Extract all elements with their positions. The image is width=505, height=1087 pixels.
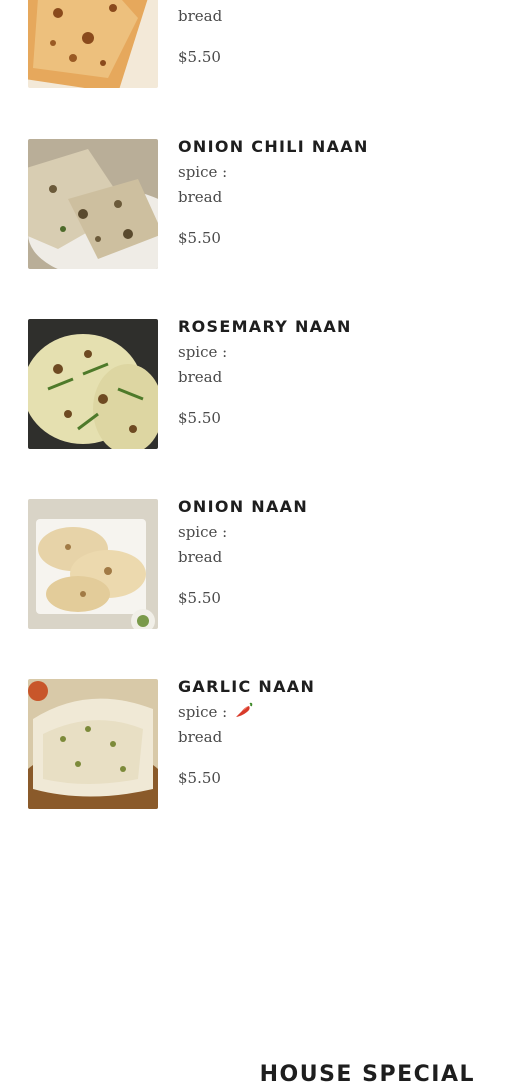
item-name[interactable]: ONION CHILI NAAN bbox=[178, 137, 369, 156]
menu-item[interactable]: GARLIC NAAN spice : bread $5.50 bbox=[28, 677, 478, 809]
item-price: $5.50 bbox=[178, 229, 221, 247]
item-category: bread bbox=[178, 7, 223, 25]
item-category: bread bbox=[178, 368, 223, 386]
item-spice: spice : bbox=[178, 343, 227, 361]
item-spice: spice : bbox=[178, 523, 227, 541]
onion-chili-naan-photo-icon[interactable] bbox=[28, 139, 158, 269]
menu-item[interactable]: ONION NAAN spice : bread $5.50 bbox=[28, 497, 478, 629]
rosemary-naan-photo-icon[interactable] bbox=[28, 319, 158, 449]
menu-item[interactable]: ROSEMARY NAAN spice : bread $5.50 bbox=[28, 317, 478, 449]
item-price: $5.50 bbox=[178, 409, 221, 427]
menu-item[interactable]: ONION CHILI NAAN spice : bread $5.50 bbox=[28, 137, 478, 269]
item-price: $5.50 bbox=[178, 48, 221, 66]
item-price: $5.50 bbox=[178, 769, 221, 787]
spice-label: spice : bbox=[178, 163, 228, 181]
menu-item[interactable]: spice : bread $5.50 bbox=[28, 0, 478, 88]
item-price: $5.50 bbox=[178, 589, 221, 607]
item-spice: spice : bbox=[178, 163, 227, 181]
item-name[interactable]: ONION NAAN bbox=[178, 497, 308, 516]
menu-list: spice : bread $5.50 ONION CHILI NAAN spi… bbox=[0, 0, 505, 1085]
item-category: bread bbox=[178, 728, 223, 746]
item-name[interactable]: GARLIC NAAN bbox=[178, 677, 315, 696]
naan-photo-icon[interactable] bbox=[28, 0, 158, 88]
item-name[interactable]: ROSEMARY NAAN bbox=[178, 317, 352, 336]
spice-label: spice : bbox=[178, 343, 228, 361]
spice-label: spice : bbox=[178, 523, 228, 541]
garlic-naan-photo-icon[interactable] bbox=[28, 679, 158, 809]
chili-pepper-icon bbox=[235, 702, 253, 722]
item-category: bread bbox=[178, 188, 223, 206]
section-title: HOUSE SPECIAL bbox=[259, 1062, 475, 1087]
onion-naan-photo-icon[interactable] bbox=[28, 499, 158, 629]
item-category: bread bbox=[178, 548, 223, 566]
spice-label: spice : bbox=[178, 703, 228, 721]
item-spice: spice : bbox=[178, 702, 253, 722]
